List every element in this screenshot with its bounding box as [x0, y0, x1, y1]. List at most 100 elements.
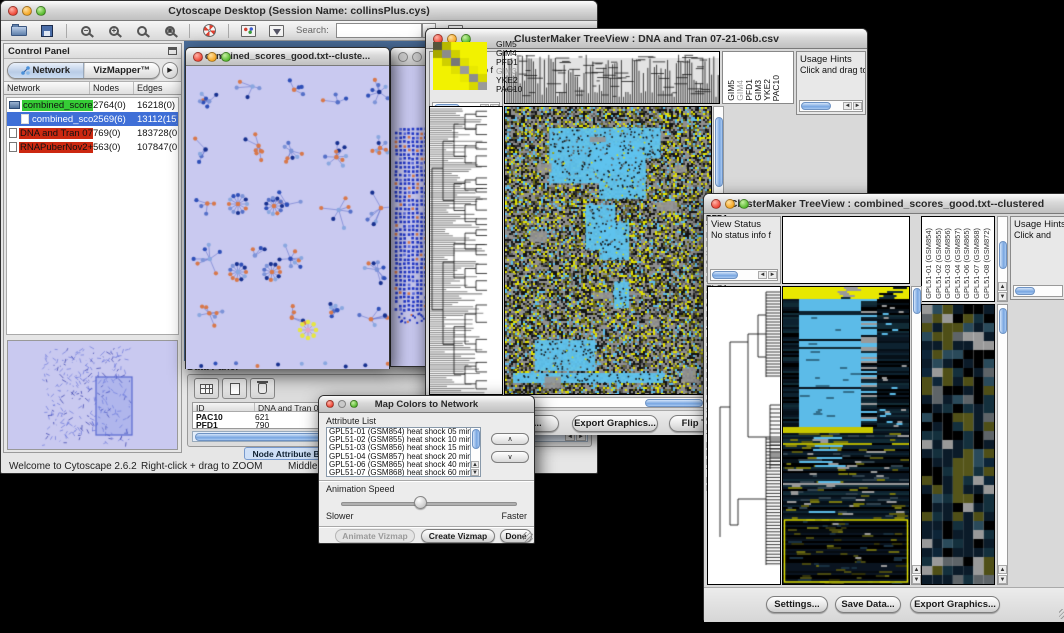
- search-input[interactable]: ▼: [336, 23, 422, 38]
- vscroll-thumb[interactable]: [913, 288, 921, 314]
- hscroll-thumb[interactable]: [1015, 287, 1035, 295]
- network-list-row[interactable]: DNA and Tran 07769(0)183728(0): [7, 126, 178, 140]
- scroll-left-icon[interactable]: ◄: [843, 102, 852, 110]
- cm1-correlation-matrix[interactable]: [433, 42, 487, 90]
- cm2-status-hscrollbar[interactable]: ◄ ►: [710, 269, 778, 281]
- move-up-button[interactable]: ∧: [491, 433, 529, 445]
- filter-button[interactable]: [264, 22, 288, 39]
- scroll-down-icon[interactable]: ▼: [912, 575, 921, 584]
- delete-attribute-button[interactable]: [250, 378, 275, 399]
- network-manager-button[interactable]: [236, 22, 260, 39]
- network-list-row[interactable]: RNAPuberNov2+563(0)107847(0): [7, 140, 178, 154]
- close-icon[interactable]: [326, 400, 334, 408]
- save-button[interactable]: [35, 22, 59, 39]
- slider-thumb[interactable]: [414, 496, 427, 509]
- export-graphics-button[interactable]: Export Graphics...: [910, 596, 1000, 613]
- export-graphics-button[interactable]: Export Graphics...: [572, 415, 658, 432]
- zoom-window-icon[interactable]: [739, 199, 749, 209]
- minimize-icon[interactable]: [338, 400, 346, 408]
- zoom-window-icon[interactable]: [221, 52, 231, 62]
- close-icon[interactable]: [711, 199, 721, 209]
- save-data-button[interactable]: Save Data...: [835, 596, 901, 613]
- tab-network[interactable]: Network: [8, 63, 84, 78]
- cm2-titlebar[interactable]: ClusterMaker TreeView : combined_scores_…: [704, 194, 1064, 214]
- minimize-icon[interactable]: [725, 199, 735, 209]
- zoom-window-icon[interactable]: [350, 400, 358, 408]
- zoom-out-button[interactable]: −: [74, 22, 98, 39]
- close-icon[interactable]: [8, 6, 18, 16]
- scroll-up-icon[interactable]: ▲: [912, 565, 921, 574]
- close-icon[interactable]: [398, 52, 408, 62]
- cm1-titlebar[interactable]: ClusterMaker TreeView : DNA and Tran 07-…: [426, 29, 867, 49]
- move-down-button[interactable]: ∨: [491, 451, 529, 463]
- tab-vizmapper[interactable]: VizMapper™: [84, 63, 160, 78]
- create-vizmap-button[interactable]: Create Vizmap: [421, 529, 495, 543]
- network-canvas-1[interactable]: [186, 66, 389, 369]
- edges-count: 183728(0): [137, 128, 177, 139]
- attribute-item[interactable]: GPL51-07 (GSM868) heat shock 60 min: [327, 469, 480, 477]
- scroll-down-icon[interactable]: ▼: [471, 469, 479, 476]
- cm1-row-dendrogram[interactable]: [429, 106, 503, 395]
- network-table-header: Network Nodes Edges: [4, 81, 181, 95]
- control-panel-title: Control Panel: [8, 46, 70, 57]
- scroll-up-icon[interactable]: ▲: [998, 565, 1007, 574]
- vscroll-thumb[interactable]: [472, 429, 480, 449]
- resize-grip[interactable]: [523, 532, 533, 542]
- cm1-column-dendrogram[interactable]: [504, 51, 720, 104]
- close-icon[interactable]: [193, 52, 203, 62]
- attribute-list[interactable]: GPL51-01 (GSM854) heat shock 05 minGPL51…: [326, 427, 481, 477]
- scroll-left-icon[interactable]: ◄: [758, 271, 767, 279]
- animation-speed-slider[interactable]: [341, 502, 517, 506]
- net1-titlebar[interactable]: combined_scores_good.txt--cluste...: [186, 48, 389, 66]
- cm1-heatmap[interactable]: [504, 106, 712, 395]
- column-label: PAC10: [772, 75, 781, 101]
- resize-grip[interactable]: [1059, 609, 1064, 619]
- zoom-in-button[interactable]: +: [102, 22, 126, 39]
- zoom-fit-button[interactable]: ▣: [158, 22, 182, 39]
- animate-vizmap-button[interactable]: Animate Vizmap: [335, 529, 415, 543]
- vscroll-thumb[interactable]: [715, 117, 723, 187]
- network-list-row[interactable]: combined_sco2569(6)13112(15): [7, 112, 178, 126]
- hscroll-thumb[interactable]: [645, 399, 703, 407]
- open-file-button[interactable]: [7, 22, 31, 39]
- main-titlebar[interactable]: Cytoscape Desktop (Session Name: collins…: [1, 1, 597, 21]
- scroll-right-icon[interactable]: ►: [768, 271, 777, 279]
- float-panel-icon[interactable]: [168, 47, 177, 55]
- toolbar-separator: [66, 24, 67, 38]
- create-attribute-button[interactable]: [222, 378, 247, 399]
- scroll-down-icon[interactable]: ▼: [998, 575, 1007, 584]
- attribute-select-button[interactable]: [194, 378, 219, 399]
- cm1-hscrollbar[interactable]: ◄ ►: [504, 397, 724, 408]
- network-overview-panel[interactable]: [7, 340, 178, 450]
- minimize-icon[interactable]: [22, 6, 32, 16]
- settings-button[interactable]: Settings...: [766, 596, 828, 613]
- help-button[interactable]: [197, 22, 221, 39]
- scroll-right-icon[interactable]: ►: [853, 102, 862, 110]
- minimize-icon[interactable]: [207, 52, 217, 62]
- network-list-row[interactable]: combined_scores2764(0)16218(0): [7, 98, 178, 112]
- cm2-row-dendrogram[interactable]: [707, 286, 781, 585]
- cm1-hints-hscrollbar[interactable]: ◄ ►: [799, 100, 863, 112]
- zoom-selected-button[interactable]: [130, 22, 154, 39]
- cm2-column-dendrogram[interactable]: [782, 216, 910, 284]
- cm2-heatmap[interactable]: [782, 286, 910, 585]
- vscroll-thumb[interactable]: [999, 308, 1007, 334]
- cm2-genelist-vscrollbar[interactable]: ▲ ▼: [997, 304, 1008, 585]
- scroll-up-icon[interactable]: ▲: [471, 461, 479, 468]
- zoom-window-icon[interactable]: [36, 6, 46, 16]
- cm2-labels-vscrollbar[interactable]: ▲ ▼: [997, 216, 1008, 302]
- minimize-icon[interactable]: [412, 52, 422, 62]
- scroll-down-icon[interactable]: ▼: [998, 292, 1007, 301]
- dialog-titlebar[interactable]: Map Colors to Network: [319, 396, 534, 413]
- cm2-detail-heatmap[interactable]: [921, 304, 995, 585]
- network-name: combined_scores: [22, 100, 93, 111]
- cm2-hints-hscrollbar[interactable]: [1013, 285, 1063, 297]
- attr-list-vscrollbar[interactable]: ▲ ▼: [470, 428, 480, 476]
- network-name: RNAPuberNov2+: [19, 142, 93, 153]
- vscroll-thumb[interactable]: [999, 241, 1007, 269]
- hscroll-thumb[interactable]: [801, 102, 831, 110]
- hscroll-thumb[interactable]: [712, 271, 738, 279]
- overview-canvas[interactable]: [8, 341, 177, 449]
- scroll-up-icon[interactable]: ▲: [998, 282, 1007, 291]
- more-tabs-button[interactable]: ▶: [162, 62, 178, 79]
